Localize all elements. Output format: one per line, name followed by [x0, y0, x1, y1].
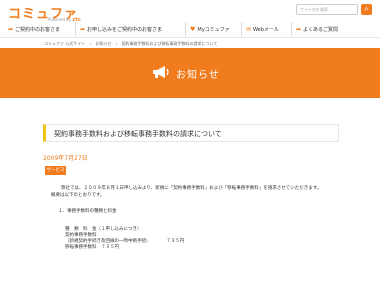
breadcrumb-current: 契約事務手数料および移転事務手数料の請求について: [121, 41, 218, 46]
body-line: 弊社では、２００９年８月１日申し込みより、新規に「契約事務手数料」および「移転事…: [61, 186, 322, 191]
nav-item-faq[interactable]: ➡ よくあるご質問: [292, 22, 352, 36]
nav-item-my-commufa[interactable]: ♥ Myコミュファ: [186, 22, 242, 36]
banner-title: お知らせ: [176, 70, 220, 81]
breadcrumb-news[interactable]: お知らせ: [95, 41, 111, 46]
nav-item-webmail[interactable]: ✉ Webメール: [242, 22, 292, 36]
category-badge: サービス: [45, 166, 66, 175]
mail-icon: ✉: [246, 25, 252, 33]
arrow-right-icon: ➡: [80, 25, 86, 33]
logo[interactable]: コミュファ Powered by ctc: [8, 3, 83, 23]
site-header: コミュファ Powered by ctc サイト内を検索 ⌕ ➡ ご契約中のお客…: [0, 0, 380, 38]
fee-name: 移転事務手数料 ７３５円: [65, 245, 119, 250]
main-nav: ➡ ご契約中のお客さま ➡ お申し込みをご契約中のお客さま ♥ Myコミュファ …: [0, 22, 380, 36]
nav-item-applicants[interactable]: ➡ お申し込みをご契約中のお客さま: [76, 22, 186, 36]
arrow-right-icon: ➡: [296, 25, 302, 33]
heart-icon: ♥: [190, 25, 196, 33]
search-icon[interactable]: ⌕: [361, 4, 372, 15]
breadcrumb-home[interactable]: コミュファ 公式サイト: [44, 41, 85, 46]
search-input[interactable]: サイト内を検索: [296, 4, 358, 15]
megaphone-icon: [153, 66, 169, 78]
section-heading: １．事務手数料の種類と料金: [58, 209, 117, 214]
article-title-box: 契約事務手数料および移転事務手数料の請求について: [43, 124, 339, 142]
article-date: 2009年7月27日: [43, 155, 88, 162]
breadcrumb-separator: ›: [89, 41, 92, 46]
breadcrumb: コミュファ 公式サイト › お知らせ › 契約事務手数料および移転事務手数料の請…: [44, 41, 220, 47]
arrow-right-icon: ➡: [8, 25, 14, 33]
page-banner: お知らせ: [0, 48, 380, 98]
body-line: 概要は以下のとおりです。: [51, 193, 105, 198]
nav-item-current-customers[interactable]: ➡ ご契約中のお客さま: [0, 22, 76, 36]
breadcrumb-separator: ›: [115, 41, 118, 46]
page-title: 契約事務手数料および移転事務手数料の請求について: [54, 130, 222, 138]
